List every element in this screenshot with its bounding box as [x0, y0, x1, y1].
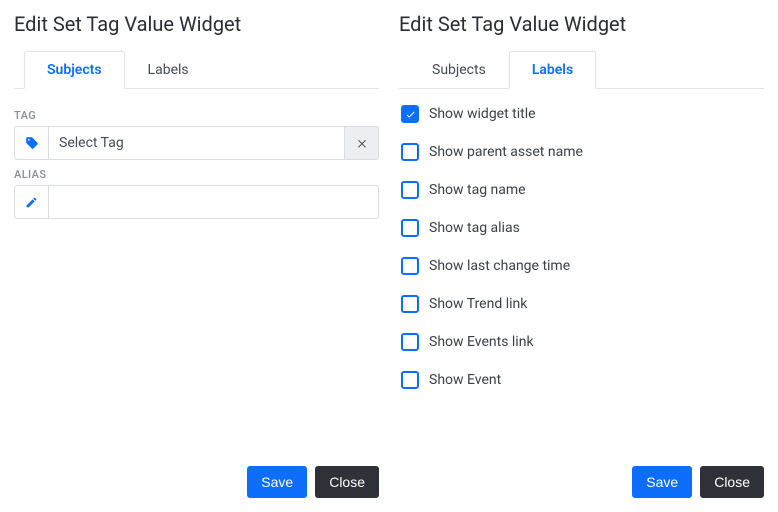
checkbox-show_parent_asset[interactable] — [401, 143, 419, 161]
checkbox-show_trend_link[interactable] — [401, 295, 419, 313]
checkbox-row-show_trend_link: Show Trend link — [401, 295, 764, 313]
checkbox-label: Show widget title — [429, 106, 536, 122]
panel-subjects: Edit Set Tag Value Widget Subjects Label… — [14, 8, 379, 498]
tag-label: TAG — [14, 109, 379, 122]
checkbox-label: Show tag name — [429, 182, 526, 198]
tab-subjects[interactable]: Subjects — [24, 51, 125, 89]
tag-input-group: Select Tag — [14, 126, 379, 160]
close-icon — [356, 134, 368, 153]
checkbox-show_widget_title[interactable] — [401, 105, 419, 123]
tab-labels[interactable]: Labels — [125, 51, 212, 89]
checkbox-row-show_tag_alias: Show tag alias — [401, 219, 764, 237]
checkbox-label: Show Trend link — [429, 296, 527, 312]
close-button[interactable]: Close — [315, 466, 379, 498]
checkbox-row-show_events_link: Show Events link — [401, 333, 764, 351]
checkbox-label: Show last change time — [429, 258, 570, 274]
checkbox-row-show_parent_asset: Show parent asset name — [401, 143, 764, 161]
pencil-icon — [14, 185, 48, 219]
checkbox-show_events_link[interactable] — [401, 333, 419, 351]
tag-icon — [14, 126, 48, 160]
dialog-title: Edit Set Tag Value Widget — [399, 8, 764, 36]
checkbox-show_event[interactable] — [401, 371, 419, 389]
labels-body: Show widget title Show parent asset name S… — [399, 101, 764, 454]
tab-subjects[interactable]: Subjects — [409, 51, 509, 89]
panel-labels: Edit Set Tag Value Widget Subjects Label… — [399, 8, 764, 498]
tabs: Subjects Labels — [14, 50, 379, 89]
save-button[interactable]: Save — [247, 466, 307, 498]
checkbox-show_tag_alias[interactable] — [401, 219, 419, 237]
save-button[interactable]: Save — [632, 466, 692, 498]
tag-select-placeholder: Select Tag — [59, 135, 124, 151]
tab-labels[interactable]: Labels — [509, 51, 596, 89]
alias-field[interactable] — [59, 194, 368, 210]
close-button[interactable]: Close — [700, 466, 764, 498]
checkbox-show_last_change_time[interactable] — [401, 257, 419, 275]
checkbox-label: Show tag alias — [429, 220, 520, 236]
dialog-title: Edit Set Tag Value Widget — [14, 8, 379, 36]
checkbox-row-show_tag_name: Show tag name — [401, 181, 764, 199]
footer-actions: Save Close — [399, 454, 764, 498]
alias-input-group — [14, 185, 379, 219]
tabs: Subjects Labels — [399, 50, 764, 89]
tag-clear-button[interactable] — [345, 126, 379, 160]
checkbox-label: Show parent asset name — [429, 144, 583, 160]
tag-select[interactable]: Select Tag — [48, 126, 345, 160]
checkbox-label: Show Event — [429, 372, 501, 388]
checkbox-row-show_widget_title: Show widget title — [401, 105, 764, 123]
checkbox-row-show_event: Show Event — [401, 371, 764, 389]
subjects-body: TAG Select Tag ALIAS — [14, 101, 379, 454]
footer-actions: Save Close — [14, 454, 379, 498]
checkbox-row-show_last_change_time: Show last change time — [401, 257, 764, 275]
alias-input[interactable] — [48, 185, 379, 219]
alias-label: ALIAS — [14, 168, 379, 181]
checkbox-label: Show Events link — [429, 334, 534, 350]
checkbox-show_tag_name[interactable] — [401, 181, 419, 199]
